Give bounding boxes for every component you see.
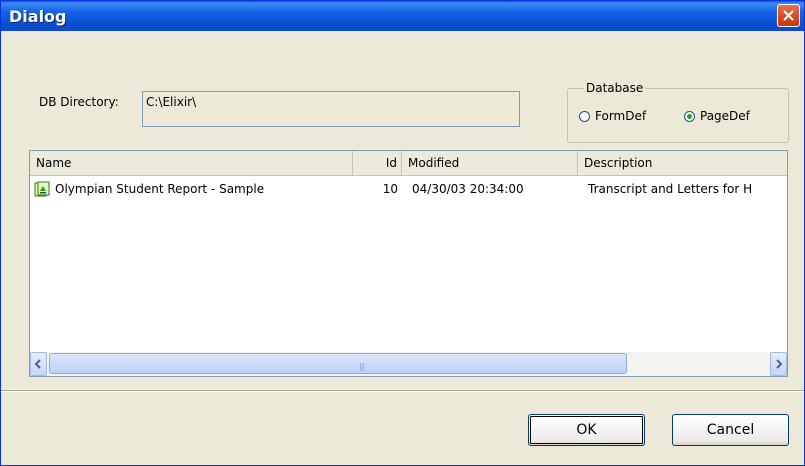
row-id: 10 [382,182,398,196]
column-header-id[interactable]: Id [353,151,402,175]
scroll-thumb[interactable]: ||| [49,353,627,374]
window-title: Dialog [9,7,67,26]
arrow-right-icon [776,359,783,369]
column-header-name[interactable]: Name [30,151,353,175]
horizontal-scrollbar[interactable]: ||| [30,352,787,376]
db-directory-field[interactable]: C:\Elixir\ [142,91,520,127]
close-icon [783,10,794,21]
radio-formdef[interactable]: FormDef [579,109,646,123]
radio-pagedef-circle[interactable] [684,110,695,122]
row-modified: 04/30/03 20:34:00 [412,182,524,196]
table-row[interactable]: Olympian Student Report - Sample 10 04/3… [30,178,787,200]
radio-formdef-label: FormDef [595,109,647,123]
column-header-modified[interactable]: Modified [402,151,578,175]
close-button[interactable] [777,4,800,27]
list-header: Name Id Modified Description [30,151,787,176]
scroll-right-button[interactable] [770,352,787,376]
db-directory-label: DB Directory: [39,95,119,109]
dialog-window: Dialog DB Directory: C:\Elixir\ Database… [0,0,805,466]
arrow-left-icon [34,359,41,369]
radio-formdef-circle[interactable] [579,110,590,122]
scroll-left-button[interactable] [30,352,47,376]
row-name: Olympian Student Report - Sample [55,182,265,196]
ok-button[interactable]: OK [528,414,645,446]
cancel-button[interactable]: Cancel [672,414,789,446]
radio-pagedef[interactable]: PageDef [684,109,750,123]
title-bar[interactable]: Dialog [1,1,804,31]
radio-pagedef-label: PageDef [700,109,750,123]
separator [1,390,804,392]
column-header-description[interactable]: Description [578,151,787,175]
definitions-list[interactable]: Name Id Modified Description Olympian St… [29,150,788,377]
row-description: Transcript and Letters for H [588,182,753,196]
database-legend: Database [584,81,646,95]
report-icon [34,181,50,197]
grip-icon: ||| [359,362,365,371]
